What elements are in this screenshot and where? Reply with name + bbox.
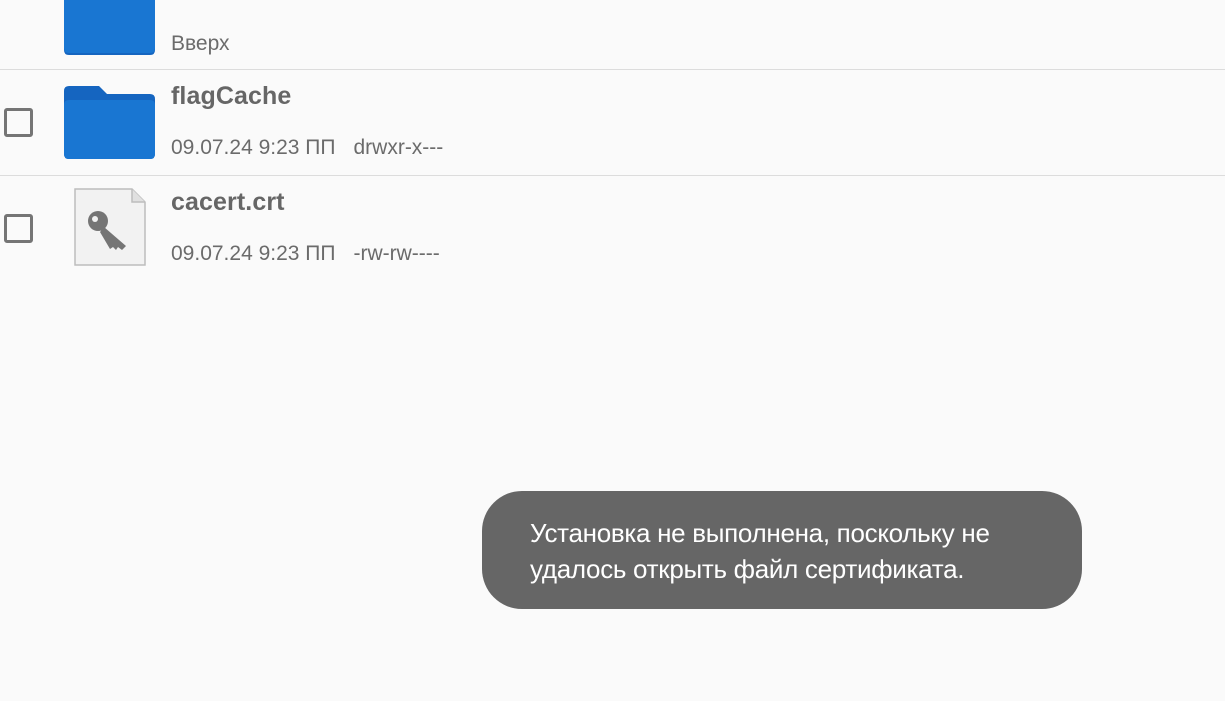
item-subtitle: Вверх [171,32,230,55]
toast-text: Установка не выполнена, поскольку не уда… [530,518,990,584]
file-manager-screen: .. Вверх flagCache 09.07.24 9:23 ПП drwxr… [0,0,1225,701]
item-meta: 09.07.24 9:23 ПП -rw-rw---- [171,242,440,266]
key-file-icon [74,188,146,266]
item-name: cacert.crt [171,188,285,216]
toast-message: Установка не выполнена, поскольку не уда… [482,491,1082,609]
item-name: flagCache [171,82,292,110]
list-item[interactable]: cacert.crt 09.07.24 9:23 ПП -rw-rw---- [0,176,1225,282]
select-checkbox[interactable] [4,214,33,243]
folder-icon [64,0,155,55]
select-checkbox[interactable] [4,108,33,137]
item-date: 09.07.24 9:23 ПП [171,136,336,159]
item-permissions: -rw-rw---- [353,242,440,265]
item-permissions: drwxr-x--- [353,136,444,159]
folder-icon [64,86,155,159]
list-item-up[interactable]: .. Вверх [0,0,1225,70]
item-date: 09.07.24 9:23 ПП [171,242,336,265]
item-meta: 09.07.24 9:23 ПП drwxr-x--- [171,136,443,160]
list-item[interactable]: flagCache 09.07.24 9:23 ПП drwxr-x--- [0,70,1225,176]
